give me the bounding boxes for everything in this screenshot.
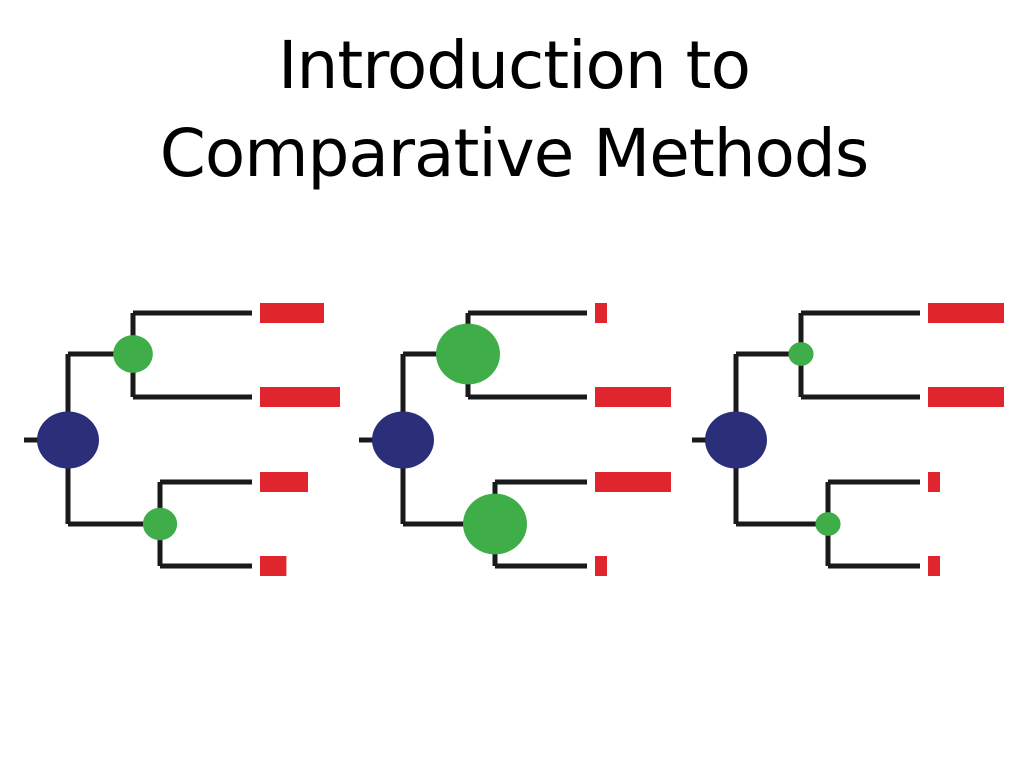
tree-3-root-node xyxy=(705,411,767,469)
tree-3-tip-4-trait-bar xyxy=(928,556,940,576)
tree-1-tip-3-trait-bar xyxy=(260,472,308,492)
tree-2-root-node xyxy=(372,411,434,469)
tree-2-tip-4-trait-bar xyxy=(595,556,607,576)
tree-1-root-node xyxy=(37,411,99,469)
tree-1-internal-node-2 xyxy=(142,507,178,541)
tree-3-internal-node-2 xyxy=(815,512,841,536)
tree-3-tip-3-trait-bar xyxy=(928,472,940,492)
tree-3-internal-node-1 xyxy=(788,342,814,366)
tree-3-tip-2-trait-bar xyxy=(928,387,1004,407)
tree-2-tip-1-trait-bar xyxy=(595,303,607,323)
tree-1-internal-node-1 xyxy=(113,335,153,373)
tree-1-tip-2-trait-bar xyxy=(260,387,340,407)
phylogeny-diagrams xyxy=(24,303,1004,576)
tree-1-tip-1-trait-bar xyxy=(260,303,324,323)
tree-2-tip-2-trait-bar xyxy=(595,387,671,407)
tree-2-tip-3-trait-bar xyxy=(595,472,671,492)
tree-1-tip-4-trait-bar xyxy=(260,556,287,576)
tree-2-internal-node-1 xyxy=(436,323,500,385)
tree-3-tip-1-trait-bar xyxy=(928,303,1004,323)
tree-2-internal-node-2 xyxy=(463,493,527,555)
